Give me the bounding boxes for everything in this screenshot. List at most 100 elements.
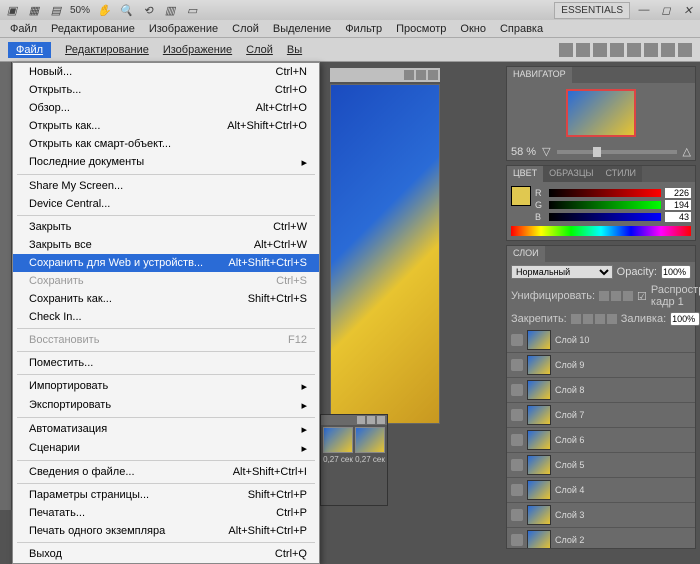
opt-edit[interactable]: Редактирование [65,44,149,56]
menu-item[interactable]: Импортировать▸ [13,377,319,396]
layer-row[interactable]: Слой 3 [507,503,695,528]
r-value[interactable]: 226 [665,188,691,198]
canvas-close-icon[interactable] [428,70,438,80]
opt-icon[interactable] [559,43,573,57]
lock-icon[interactable] [607,314,617,324]
lock-icon[interactable] [571,314,581,324]
close-icon[interactable]: ✕ [680,2,696,18]
layer-row[interactable]: Слой 4 [507,478,695,503]
zoom-level[interactable]: 50% [70,5,90,16]
workspace-selector[interactable]: ESSENTIALS [554,2,630,19]
menu-item[interactable]: Печатать...Ctrl+P [13,504,319,522]
layers-tab[interactable]: СЛОИ [507,246,545,262]
opt-layer[interactable]: Слой [246,44,273,56]
opt-icon[interactable] [644,43,658,57]
visibility-icon[interactable] [511,434,523,446]
g-slider[interactable] [549,201,661,209]
zoom-icon[interactable]: 🔍 [118,2,134,18]
layer-row[interactable]: Слой 5 [507,453,695,478]
menu-item[interactable]: Параметры страницы...Shift+Ctrl+P [13,486,319,504]
animation-frame[interactable]: 0,27 сек [323,427,353,464]
menu-item[interactable]: Device Central... [13,195,319,213]
visibility-icon[interactable] [511,534,523,546]
g-value[interactable]: 194 [665,200,691,210]
screen-icon[interactable]: ▭ [184,2,200,18]
menu-item[interactable]: Сценарии▸ [13,439,319,458]
menu-filter[interactable]: Фильтр [339,21,388,37]
rotate-icon[interactable]: ⟲ [140,2,156,18]
layer-row[interactable]: Слой 2 [507,528,695,548]
layer-row[interactable]: Слой 10 [507,328,695,353]
toolbox[interactable] [0,62,12,510]
bridge-icon[interactable]: ▦ [26,2,42,18]
b-slider[interactable] [549,213,661,221]
menu-item[interactable]: Сохранить как...Shift+Ctrl+S [13,290,319,308]
canvas-min-icon[interactable] [404,70,414,80]
opacity-input[interactable] [661,265,691,279]
menu-file[interactable]: Файл [4,21,43,37]
r-slider[interactable] [549,189,661,197]
opt-image[interactable]: Изображение [163,44,232,56]
opt-file[interactable]: Файл [8,42,51,58]
visibility-icon[interactable] [511,509,523,521]
menu-item[interactable]: Закрыть всеAlt+Ctrl+W [13,236,319,254]
menu-help[interactable]: Справка [494,21,549,37]
navigator-tab[interactable]: НАВИГАТОР [507,67,572,83]
anim-icon[interactable] [377,416,385,424]
menu-image[interactable]: Изображение [143,21,224,37]
layer-row[interactable]: Слой 8 [507,378,695,403]
hand-icon[interactable]: ✋ [96,2,112,18]
menu-window[interactable]: Окно [454,21,492,37]
styles-tab[interactable]: СТИЛИ [599,166,642,182]
opt-icon[interactable] [678,43,692,57]
visibility-icon[interactable] [511,334,523,346]
opt-icon[interactable] [661,43,675,57]
opt-icon[interactable] [627,43,641,57]
visibility-icon[interactable] [511,384,523,396]
opt-icon[interactable] [593,43,607,57]
anim-icon[interactable] [367,416,375,424]
menu-item[interactable]: Обзор...Alt+Ctrl+O [13,99,319,117]
layer-row[interactable]: Слой 6 [507,428,695,453]
animation-frame[interactable]: 0,27 сек [355,427,385,464]
menu-item[interactable]: Check In... [13,308,319,326]
menu-item[interactable]: Открыть как...Alt+Shift+Ctrl+O [13,117,319,135]
opt-more[interactable]: Вы [287,44,302,56]
menu-item[interactable]: Поместить... [13,354,319,372]
canvas[interactable] [330,84,440,424]
opt-icon[interactable] [576,43,590,57]
menu-item[interactable]: ЗакрытьCtrl+W [13,218,319,236]
layer-row[interactable]: Слой 7 [507,403,695,428]
visibility-icon[interactable] [511,484,523,496]
visibility-icon[interactable] [511,459,523,471]
b-value[interactable]: 43 [665,212,691,222]
visibility-icon[interactable] [511,359,523,371]
menu-item[interactable]: Экспортировать▸ [13,396,319,415]
swatches-tab[interactable]: ОБРАЗЦЫ [543,166,599,182]
menu-item[interactable]: Автоматизация▸ [13,420,319,439]
lock-icon[interactable] [595,314,605,324]
arrange-icon[interactable]: ▥ [162,2,178,18]
unify-icon[interactable] [623,291,633,301]
navigator-zoom[interactable]: 58 % [511,146,536,158]
opt-icon[interactable] [610,43,624,57]
menu-item[interactable]: Открыть как смарт-объект... [13,135,319,153]
fill-input[interactable] [670,312,700,326]
menu-item[interactable]: Новый...Ctrl+N [13,63,319,81]
menu-item[interactable]: ВыходCtrl+Q [13,545,319,563]
color-tab[interactable]: ЦВЕТ [507,166,543,182]
unify-icon[interactable] [599,291,609,301]
blend-mode-select[interactable]: Нормальный [511,265,613,279]
menu-view[interactable]: Просмотр [390,21,452,37]
foreground-swatch[interactable] [511,186,531,206]
visibility-icon[interactable] [511,409,523,421]
maximize-icon[interactable]: ◻ [658,2,674,18]
layer-row[interactable]: Слой 9 [507,353,695,378]
lock-icon[interactable] [583,314,593,324]
menu-select[interactable]: Выделение [267,21,337,37]
menu-item[interactable]: Share My Screen... [13,177,319,195]
doc-icon[interactable]: ▤ [48,2,64,18]
hue-strip[interactable] [511,226,691,236]
menu-item[interactable]: Сохранить для Web и устройств...Alt+Shif… [13,254,319,272]
zoom-in-icon[interactable]: △ [683,145,691,158]
